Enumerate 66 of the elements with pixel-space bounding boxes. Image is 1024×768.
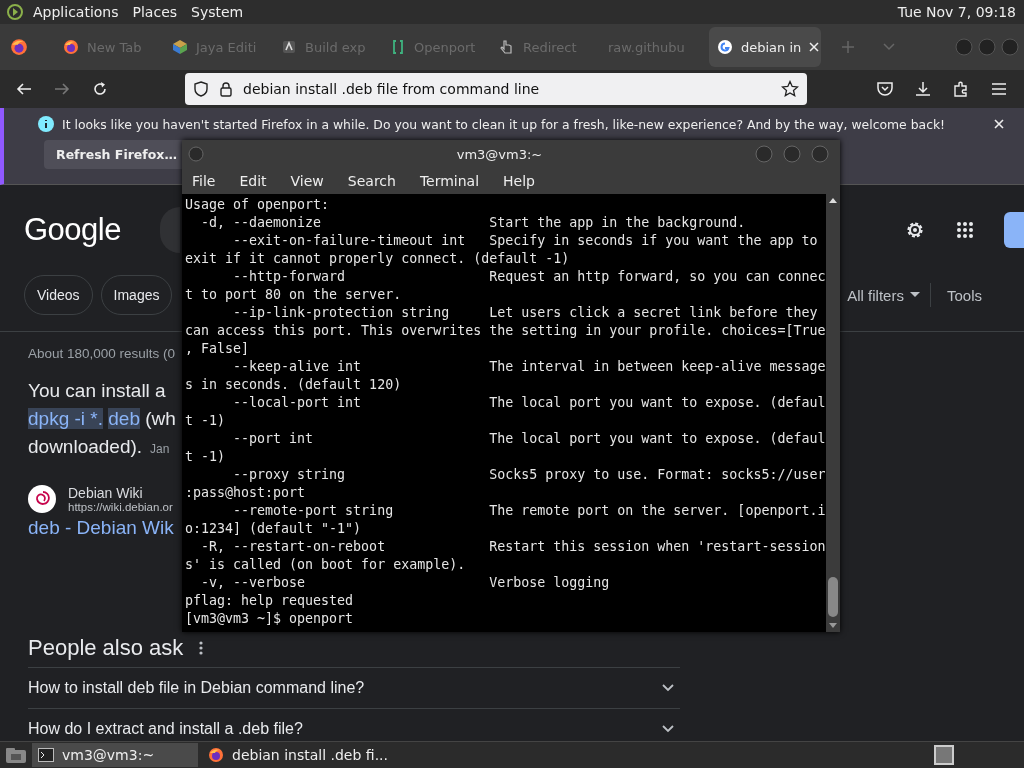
window-control-icon[interactable] [755,145,773,163]
more-options-icon[interactable] [199,641,204,655]
menu-item[interactable]: Help [503,173,535,189]
menu-item[interactable]: Terminal [419,173,480,189]
settings-icon[interactable] [904,219,926,241]
scroll-down-icon[interactable] [829,623,837,628]
result-link[interactable]: deb - Debian Wik [28,517,174,539]
firefox-icon [63,39,79,55]
result-stats: About 180,000 results (0 [28,346,176,361]
section-heading: People also ask [28,635,184,661]
distro-logo-icon[interactable] [6,3,24,21]
sign-in-button[interactable] [1004,212,1024,248]
window-control-icon[interactable] [783,145,801,163]
site-name: Debian Wiki [68,485,144,501]
scrollbar[interactable] [826,194,840,632]
cube-icon [172,39,188,55]
workspace-switcher[interactable] [934,745,954,765]
answer-snippet: You can install a dpkg -i *. deb (wh downloaded). Jan [28,379,176,459]
menu-item[interactable]: View [290,173,324,189]
close-icon[interactable] [809,42,820,52]
lock-icon [219,81,233,97]
chevron-down-icon[interactable] [662,725,674,733]
window-title: vm3@vm3:~ [456,146,543,162]
taskbar-button[interactable]: vm3@vm3:~ [32,743,198,767]
show-desktop-icon[interactable] [4,745,28,765]
terminal-output: Usage of openport: -d, --daemonize Start the app in the background. --exit-on-failure-timeout int Specify in seconds if you want the app to exit if it cannot properly connect. (default -1) --http-forward Request an http forward, so you can connec t to port 80 on the server. --ip-link-protection string Let users click a secret link before they can access this port. This overwrites the setting in your profile. choices=[True , False] --keep-alive int The interval in between keep-alive message s in seconds. (default 120) --local-port int The local port you want to expose. (defaul t -1) --port int The local port you want to expose. (defaul t -1) --proxy string Socks5 proxy to use. Format: socks5://user :pass@host:port --remote-port string The remote port on the server. [openport.i o:1234] (default "-1") -R, --restart-on-reboot Restart this session when 'restart-session s' is called (on boot for example). -v, --verbose Verbose logging pflag: help requested [vm3@vm3 ~]$ openport [184,196,826,628]
swirl-logo-icon [28,485,56,513]
google-logo[interactable]: Google [24,212,160,248]
terminal-icon [38,748,54,762]
menu-item[interactable]: File [192,173,216,189]
shield-icon [193,81,209,97]
chevron-down-icon[interactable] [662,684,674,692]
pocket-icon[interactable] [876,80,894,98]
panel-menu[interactable]: Places [132,4,178,20]
info-icon [38,116,54,132]
address-bar[interactable]: debian install .deb file from command line [185,73,807,105]
reload-icon[interactable] [91,80,109,98]
panel-menu[interactable]: Applications [33,4,119,20]
window-control-icon[interactable] [811,145,829,163]
menu-icon[interactable] [990,80,1008,98]
download-icon[interactable] [914,80,932,98]
firefox-icon[interactable] [10,38,28,56]
all-filters-button[interactable]: All filters [847,286,920,304]
site-url: https://wiki.debian.or [68,501,173,513]
scroll-up-icon[interactable] [829,198,837,203]
menu-item[interactable]: Edit [239,173,267,189]
firefox-icon [208,747,224,763]
app-icon [281,39,297,55]
search-field[interactable] [160,207,180,253]
scroll-thumb[interactable] [828,577,838,617]
hand-icon [499,39,515,55]
snippet-date: Jan [150,442,170,456]
tools-button[interactable]: Tools [946,286,982,304]
browser-tab[interactable]: debian in [709,27,821,67]
question-row[interactable]: How to install deb file in Debian command line? [28,668,680,709]
bookmark-star-icon[interactable] [781,80,799,98]
google-icon [717,39,733,55]
close-icon[interactable] [994,119,1004,129]
apps-grid-icon[interactable] [956,221,974,239]
menu-item[interactable]: Search [347,173,396,189]
caret-icon[interactable] [909,292,920,298]
panel-menu[interactable]: System [191,4,244,20]
clock: Tue Nov 7, 09:18 [897,4,1016,20]
puzzle-piece-icon[interactable] [952,80,970,98]
bracket-icon [390,39,406,55]
notification-message: It looks like you haven't started Firefox in a while. Do you want to clean it up for a fresh, like-new experience? And by the way, welcome back! [62,116,946,132]
